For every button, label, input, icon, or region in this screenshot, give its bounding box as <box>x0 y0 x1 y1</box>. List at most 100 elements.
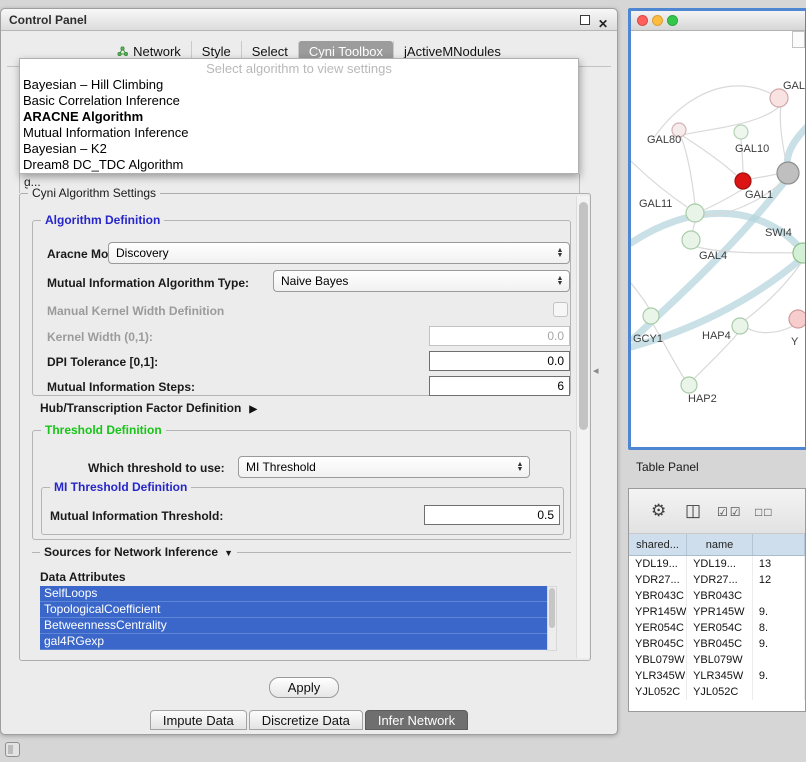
attribute-item-selfloops[interactable]: SelfLoops <box>40 586 547 602</box>
mi-algorithm-type-label: Mutual Information Algorithm Type: <box>47 276 249 290</box>
aracne-mode-select[interactable]: Discovery <box>108 242 570 264</box>
apply-button[interactable]: Apply <box>269 677 339 698</box>
attribute-item-betweennesscentrality[interactable]: BetweennessCentrality <box>40 618 547 634</box>
table-row[interactable]: YBR043CYBR043C <box>629 588 805 604</box>
table-row[interactable]: YBR045CYBR045C9. <box>629 636 805 652</box>
mi-threshold-label: Mutual Information Threshold: <box>50 509 223 523</box>
table-row[interactable]: YDR27...YDR27...12 <box>629 572 805 588</box>
tab-discretize-data[interactable]: Discretize Data <box>249 710 363 730</box>
data-attributes-label: Data Attributes <box>40 570 126 584</box>
network-node[interactable] <box>686 204 704 222</box>
expand-right-icon[interactable] <box>249 404 257 415</box>
manual-kernel-width-checkbox[interactable] <box>553 302 568 317</box>
panel-divider-handle[interactable] <box>593 364 599 377</box>
table-cell: 12 <box>753 572 805 588</box>
column-header-shared[interactable]: shared... <box>629 534 687 555</box>
network-node[interactable] <box>789 310 805 328</box>
which-threshold-select[interactable]: MI Threshold <box>238 456 530 478</box>
mi-algorithm-type-select[interactable]: Naive Bayes <box>273 270 570 292</box>
network-edge <box>750 174 778 179</box>
table-row[interactable]: YLR345WYLR345W9. <box>629 668 805 684</box>
table-cell: YBR045C <box>687 636 753 652</box>
hub-section-label: Hub/Transcription Factor Definition <box>40 401 241 415</box>
column-header-extra[interactable] <box>753 534 805 555</box>
network-edge <box>681 137 695 204</box>
select-all-icon[interactable]: ☑☑ <box>717 505 743 519</box>
table-cell: 9. <box>753 636 805 652</box>
network-graph[interactable]: GALGAL80GAL10GAL11GAL1SWI4GAL4GCY1HAP4YH… <box>631 31 805 447</box>
network-view-window[interactable]: GALGAL80GAL10GAL11GAL1SWI4GAL4GCY1HAP4YH… <box>628 8 806 450</box>
algorithm-option-mutual-information-inference[interactable]: Mutual Information Inference <box>20 125 578 141</box>
hub-transcription-factor-section[interactable]: Hub/Transcription Factor Definition <box>40 401 257 415</box>
column-header-name[interactable]: name <box>687 534 753 555</box>
table-row[interactable]: YBL079WYBL079W <box>629 652 805 668</box>
algorithm-option-bayesian-k2[interactable]: Bayesian – K2 <box>20 141 578 157</box>
network-node[interactable] <box>682 231 700 249</box>
table-cell <box>753 588 805 604</box>
tab-label: Select <box>252 44 288 59</box>
table-panel-window: ⚙◫☑☑□□ shared...name YDL19...YDL19...13Y… <box>628 488 806 712</box>
mi-steps-field[interactable] <box>429 376 570 396</box>
scrollbar-thumb[interactable] <box>579 202 588 430</box>
sources-title: Sources for Network Inference <box>44 545 218 559</box>
dpi-tolerance-field[interactable] <box>429 351 570 371</box>
cyni-algorithm-settings-group: Cyni Algorithm Settings Algorithm Defini… <box>19 193 591 661</box>
kernel-width-field[interactable] <box>429 326 570 346</box>
table-cell: YLR345W <box>687 668 753 684</box>
network-scrollbar[interactable] <box>792 31 805 48</box>
node-label-gal10: GAL10 <box>735 143 769 155</box>
tab-impute-data[interactable]: Impute Data <box>150 710 247 730</box>
network-canvas[interactable]: GALGAL80GAL10GAL11GAL1SWI4GAL4GCY1HAP4YH… <box>631 31 805 447</box>
network-node[interactable] <box>732 318 748 334</box>
table-cell: YBR043C <box>629 588 687 604</box>
dpi-tolerance-label: DPI Tolerance [0,1]: <box>47 355 158 369</box>
table-row[interactable]: YDL19...YDL19...13 <box>629 556 805 572</box>
network-node[interactable] <box>734 125 748 139</box>
table-row[interactable]: YJL052CYJL052C <box>629 684 805 700</box>
algorithm-option-dream8-dc-tdc-algorithm[interactable]: Dream8 DC_TDC Algorithm <box>20 157 578 173</box>
node-label-gal4: GAL4 <box>699 250 727 262</box>
algorithm-option-bayesian-hill-climbing[interactable]: Bayesian – Hill Climbing <box>20 77 578 93</box>
network-icon <box>117 46 128 57</box>
float-window-icon[interactable] <box>580 15 590 25</box>
table-cell: 9. <box>753 604 805 620</box>
algorithm-dropdown-popup: Select algorithm to view settings Bayesi… <box>19 58 579 174</box>
algorithm-option-basic-correlation-inference[interactable]: Basic Correlation Inference <box>20 93 578 109</box>
mi-threshold-field[interactable] <box>424 505 560 525</box>
attributes-list-scrollbar[interactable] <box>547 586 557 651</box>
settings-scrollbar[interactable] <box>576 196 589 658</box>
network-node[interactable] <box>777 162 799 184</box>
control-panel-titlebar[interactable]: Control Panel <box>1 9 617 31</box>
network-node[interactable] <box>735 173 751 189</box>
network-window-titlebar[interactable] <box>631 11 805 31</box>
table-cell <box>753 652 805 668</box>
network-node[interactable] <box>681 377 697 393</box>
table-cell: 13 <box>753 556 805 572</box>
tab-infer-network[interactable]: Infer Network <box>365 710 468 730</box>
columns-icon[interactable]: ◫ <box>685 501 701 521</box>
table-cell: YPR145W <box>687 604 753 620</box>
table-cell: YPR145W <box>629 604 687 620</box>
unselect-all-icon[interactable]: □□ <box>755 505 774 519</box>
table-row[interactable]: YPR145WYPR145W9. <box>629 604 805 620</box>
scrollbar-thumb[interactable] <box>549 588 555 628</box>
collapse-down-icon[interactable] <box>224 548 233 558</box>
attribute-item-topologicalcoefficient[interactable]: TopologicalCoefficient <box>40 602 547 618</box>
aracne-mode-value: Discovery <box>109 246 553 260</box>
gear-icon[interactable]: ⚙ <box>651 501 666 521</box>
window-title: Control Panel <box>9 13 87 27</box>
mi-steps-label: Mutual Information Steps: <box>47 380 195 394</box>
hide-panel-icon[interactable] <box>5 742 20 757</box>
zoom-traffic-light-icon[interactable] <box>667 15 678 26</box>
network-node[interactable] <box>643 308 659 324</box>
table-row[interactable]: YER054CYER054C8. <box>629 620 805 636</box>
tab-label: jActiveMNodules <box>404 44 501 59</box>
attribute-item-gal4rgexp[interactable]: gal4RGexp <box>40 634 547 650</box>
close-window-icon[interactable] <box>598 15 608 25</box>
table-cell: YER054C <box>629 620 687 636</box>
sources-section-header[interactable]: Sources for Network Inference <box>40 545 237 559</box>
algorithm-option-aracne-algorithm[interactable]: ARACNE Algorithm <box>20 109 578 125</box>
minimize-traffic-light-icon[interactable] <box>652 15 663 26</box>
table-cell <box>753 684 805 700</box>
close-traffic-light-icon[interactable] <box>637 15 648 26</box>
